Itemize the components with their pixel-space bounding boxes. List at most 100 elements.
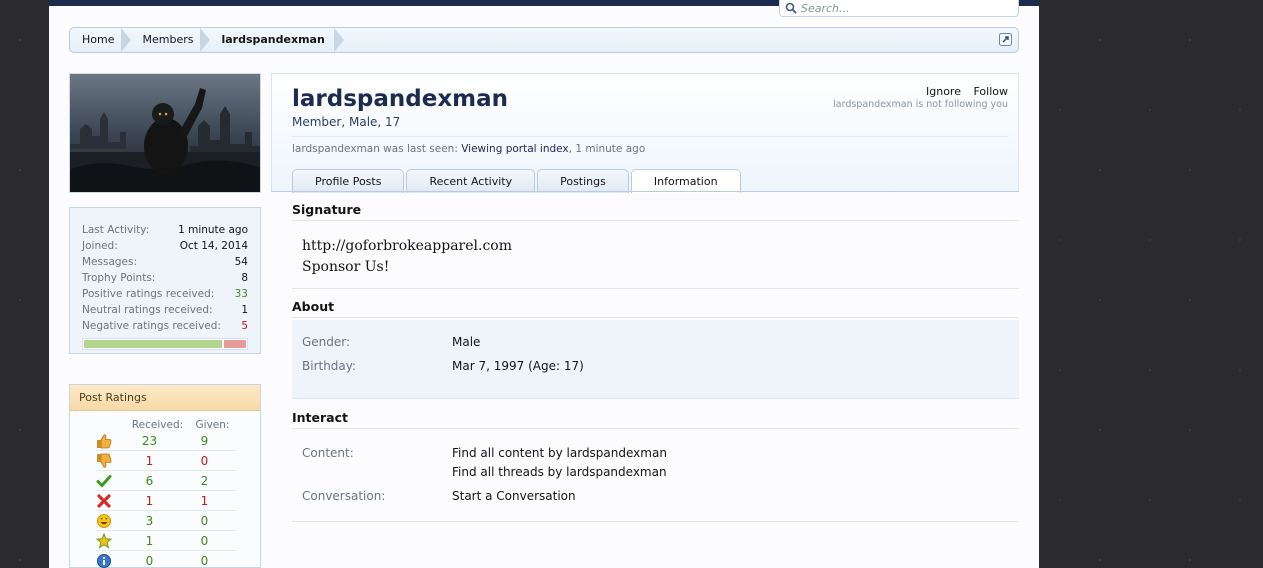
stat-value: Oct 14, 2014 [179,240,248,252]
thumbs-down-icon [97,453,112,468]
stat-value: 1 minute ago [178,224,248,236]
conversation-label: Conversation: [302,489,386,503]
signature-link[interactable]: http://goforbrokeapparel.com [302,236,512,257]
stat-value: 33 [234,288,248,300]
content-label: Content: [302,446,354,460]
search-input[interactable] [801,1,1001,15]
rating-bar-negative [224,340,246,348]
about-heading: About [292,299,335,314]
stat-negative-ratings: Negative ratings received: 5 [82,318,248,334]
post-ratings-box: Post Ratings Received: Given: 23 9 1 0 6… [69,384,261,568]
stat-label: Last Activity: [82,224,150,236]
stat-value: 5 [241,320,248,332]
rating-row-funny: 3 0 [96,511,236,531]
given-count: 0 [200,553,209,568]
received-header: Received: [131,419,184,431]
avatar[interactable] [69,73,261,193]
follow-button[interactable]: Follow [973,85,1008,98]
received-count: 23 [141,433,158,448]
received-count: 6 [145,473,154,488]
last-seen-time: , 1 minute ago [568,143,646,155]
start-conversation-link[interactable]: Start a Conversation [452,489,576,503]
follow-status-note: lardspandexman is not following you [833,99,1008,110]
rating-row-agree: 6 2 [96,471,236,491]
post-ratings-columns: Received: Given: [70,419,260,431]
tab-information[interactable]: Information [630,169,741,193]
post-ratings-title: Post Ratings [70,385,260,411]
profile-actions: Ignore Follow lardspandexman is not foll… [833,85,1008,110]
rating-bar-positive [84,340,222,348]
section-divider [292,220,1019,221]
given-count: 1 [200,493,209,508]
search-icon [785,2,797,14]
search-box[interactable] [779,0,1019,17]
received-count: 3 [145,513,154,528]
stat-label: Messages: [82,256,138,268]
stat-value[interactable]: 54 [235,254,248,270]
received-count: 1 [145,493,154,508]
given-count: 0 [200,513,209,528]
stat-label: Negative ratings received: [82,320,221,332]
rating-ratio-bar [82,338,248,350]
funny-face-icon [97,513,111,528]
rating-row-disagree: 1 1 [96,491,236,511]
find-all-content-link[interactable]: Find all content by lardspandexman [452,446,667,460]
ignore-button[interactable]: Ignore [926,85,961,98]
stat-label: Positive ratings received: [82,288,215,300]
birthday-label: Birthday: [302,359,357,373]
last-seen: lardspandexman was last seen: Viewing po… [292,143,645,155]
given-count: 9 [200,433,209,448]
breadcrumb-home[interactable]: Home [70,28,132,52]
section-divider [292,521,1019,522]
gender-value: Male [452,335,481,349]
member-stats: Last Activity: 1 minute ago Joined: Oct … [69,207,261,354]
received-count: 0 [145,553,154,568]
rating-row-informative: 0 0 [96,551,236,568]
birthday-value: Mar 7, 1997 (Age: 17) [452,359,584,373]
stat-neutral-ratings: Neutral ratings received: 1 [82,302,248,318]
section-divider [292,428,1019,429]
section-divider [292,317,1019,318]
check-icon [96,474,112,488]
tab-profile-posts[interactable]: Profile Posts [292,169,405,193]
tab-postings[interactable]: Postings [537,169,629,193]
thumbs-up-icon [97,433,112,448]
section-divider [292,288,1019,289]
received-count: 1 [145,533,154,548]
stat-value[interactable]: 8 [241,270,248,286]
stat-label: Joined: [82,240,118,252]
signature-line: Sponsor Us! [302,259,390,275]
stat-trophy-points: Trophy Points: 8 [82,270,248,286]
rating-row-like: 23 9 [96,431,236,451]
find-all-threads-link[interactable]: Find all threads by lardspandexman [452,465,667,479]
avatar-image [70,74,260,192]
header-divider [292,136,1008,137]
given-count: 0 [200,533,209,548]
user-title: Member, Male, 17 [292,115,401,129]
jump-to-icon[interactable] [999,33,1012,46]
interact-heading: Interact [292,410,348,425]
stat-positive-ratings: Positive ratings received: 33 [82,286,248,302]
given-count: 0 [200,453,209,468]
tab-recent-activity[interactable]: Recent Activity [406,169,536,193]
last-seen-prefix: lardspandexman was last seen: [292,143,458,155]
stat-messages: Messages: 54 [82,254,248,270]
breadcrumb-current[interactable]: lardspandexman [209,28,345,52]
x-icon [97,493,111,508]
profile-tabs: Profile Posts Recent Activity Postings I… [292,169,743,193]
last-seen-location-link[interactable]: Viewing portal index [461,143,568,155]
stat-label: Neutral ratings received: [82,304,213,316]
tab-underline [271,191,1019,192]
stat-joined: Joined: Oct 14, 2014 [82,238,248,254]
stat-label: Trophy Points: [82,272,156,284]
info-icon [97,553,111,568]
stat-value: 1 [241,304,248,316]
given-count: 2 [200,473,209,488]
breadcrumb-members[interactable]: Members [130,28,211,52]
rating-row-winner: 1 0 [96,531,236,551]
rating-row-dislike: 1 0 [96,451,236,471]
profile-header: lardspandexman Member, Male, 17 Ignore F… [271,73,1019,193]
given-header: Given: [195,419,230,431]
username-title: lardspandexman [292,86,509,112]
stat-last-activity: Last Activity: 1 minute ago [82,222,248,238]
